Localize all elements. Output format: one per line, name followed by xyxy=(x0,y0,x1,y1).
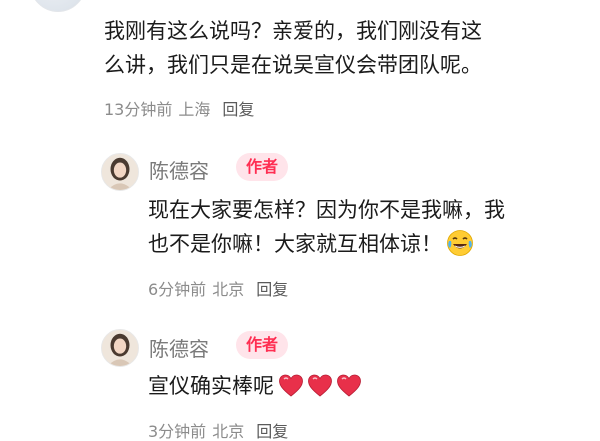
author-badge: 作者 xyxy=(236,331,289,359)
reply2-text-content: 宣仪确实棒呢 xyxy=(148,374,274,398)
comment-time: 3分钟前 xyxy=(148,422,207,441)
tears-of-joy-emoji-icon xyxy=(447,230,473,256)
reply-button[interactable]: 回复 xyxy=(256,422,288,441)
author-name[interactable]: 陈德容 xyxy=(149,155,209,184)
commenter-avatar[interactable] xyxy=(30,0,86,12)
reply-button[interactable]: 回复 xyxy=(256,280,288,299)
reply1-line-2: 也不是你嘛！大家就互相体谅！ xyxy=(148,227,505,261)
hearts-group xyxy=(278,368,365,402)
reply2-text: 宣仪确实棒呢 xyxy=(148,369,365,404)
top-comment-text: 我刚有这么说吗？亲爱的，我们刚没有这 么讲，我们只是在说吴宣仪会带团队呢。 xyxy=(104,14,482,82)
comment-time: 13分钟前 xyxy=(104,100,173,119)
reply-button[interactable]: 回复 xyxy=(222,100,254,119)
heart-icon xyxy=(337,374,361,397)
heart-icon xyxy=(308,374,332,397)
reply1-line-2-text: 也不是你嘛！大家就互相体谅！ xyxy=(148,232,442,256)
top-comment-line-2: 么讲，我们只是在说吴宣仪会带团队呢。 xyxy=(104,53,482,77)
top-comment-line-1: 我刚有这么说吗？亲爱的，我们刚没有这 xyxy=(104,19,482,43)
reply1-text: 现在大家要怎样？因为你不是我嘛，我 也不是你嘛！大家就互相体谅！ xyxy=(148,193,505,261)
reply1-meta: 6分钟前 北京 回复 xyxy=(148,276,288,300)
author-portrait-icon xyxy=(102,330,138,366)
comment-location: 北京 xyxy=(212,422,245,441)
reply2-meta: 3分钟前 北京 回复 xyxy=(148,418,288,441)
top-comment-meta: 13分钟前 上海 回复 xyxy=(104,96,254,120)
comment-location: 北京 xyxy=(212,280,245,299)
author-portrait-icon xyxy=(102,154,138,190)
author-avatar[interactable] xyxy=(101,329,139,367)
comment-time: 6分钟前 xyxy=(148,280,207,299)
comment-location: 上海 xyxy=(178,100,211,119)
reply1-line-1: 现在大家要怎样？因为你不是我嘛，我 xyxy=(148,198,505,222)
heart-icon xyxy=(279,374,303,397)
author-badge: 作者 xyxy=(236,153,289,181)
author-name[interactable]: 陈德容 xyxy=(149,333,209,362)
comment-thread: 我刚有这么说吗？亲爱的，我们刚没有这 么讲，我们只是在说吴宣仪会带团队呢。 13… xyxy=(0,0,600,441)
author-avatar[interactable] xyxy=(101,153,139,191)
